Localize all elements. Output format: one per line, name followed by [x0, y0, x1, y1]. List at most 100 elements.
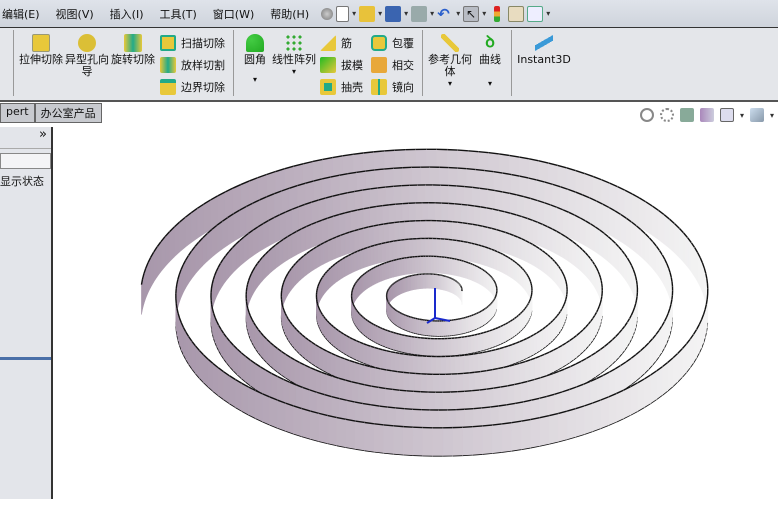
- spiral-wall-segment: [375, 324, 379, 345]
- spiral-wall-segment: [603, 232, 609, 263]
- undo-icon[interactable]: ↶: [437, 6, 453, 22]
- spiral-edge-segment: [399, 389, 407, 392]
- spiral-wall-segment: [235, 239, 240, 271]
- spiral-wall-segment: [620, 361, 627, 393]
- pin-icon[interactable]: [321, 7, 334, 20]
- spiral-wall-segment: [480, 332, 484, 352]
- spiral-wall-segment: [316, 244, 321, 269]
- extruded-cut-button[interactable]: 拉伸切除: [18, 34, 64, 66]
- spiral-wall-segment: [290, 265, 294, 291]
- menu-window[interactable]: 窗口(W): [205, 6, 262, 22]
- wrap-button[interactable]: 包覆: [371, 34, 414, 52]
- filter-input[interactable]: [0, 153, 51, 169]
- save-icon[interactable]: [385, 5, 402, 22]
- spiral-wall-segment: [560, 233, 566, 260]
- spiral-edge-segment: [473, 333, 478, 336]
- select-icon[interactable]: ↖: [463, 5, 480, 22]
- menu-view[interactable]: 视图(V): [48, 6, 102, 22]
- spiral-wall-segment: [536, 330, 541, 354]
- open-icon[interactable]: [359, 5, 376, 22]
- spiral-wall-segment: [411, 256, 416, 274]
- spiral-wall-segment: [390, 259, 395, 279]
- revolved-cut-icon: [124, 34, 142, 52]
- fillet-dropdown[interactable]: ▾: [253, 74, 257, 86]
- spiral-sheet-model[interactable]: [140, 148, 709, 457]
- spiral-wall-segment: [585, 252, 589, 280]
- intersect-button[interactable]: 相交: [371, 56, 414, 74]
- boundary-cut-button[interactable]: 边界切除: [160, 78, 225, 96]
- tab-office-products[interactable]: 办公室产品: [34, 103, 102, 123]
- spiral-wall-segment: [590, 352, 596, 381]
- view-orientation-icon[interactable]: [719, 108, 734, 122]
- spiral-wall-segment: [231, 243, 237, 275]
- spiral-wall-segment: [514, 261, 518, 283]
- spiral-wall-segment: [474, 243, 479, 264]
- spiral-wall-segment: [542, 326, 546, 350]
- spiral-wall-segment: [304, 364, 311, 392]
- spiral-wall-segment: [311, 341, 316, 367]
- menu-insert[interactable]: 插入(I): [102, 6, 152, 22]
- heads-up-view-toolbar: ▾ ▾: [639, 108, 774, 122]
- shell-icon: [320, 79, 336, 95]
- section-view-icon[interactable]: [699, 108, 714, 122]
- spiral-edge-segment: [528, 277, 531, 280]
- revolved-cut-button[interactable]: 旋转切除: [110, 34, 156, 66]
- print-icon[interactable]: [411, 5, 428, 22]
- reference-geometry-button[interactable]: 参考几何体 ▾: [427, 34, 473, 90]
- tab-dimxpert[interactable]: pert: [0, 103, 35, 123]
- spiral-wall-segment: [358, 227, 364, 251]
- display-style-icon[interactable]: [749, 108, 764, 122]
- expand-panel-button[interactable]: »: [0, 127, 51, 149]
- spiral-wall-segment: [296, 228, 302, 256]
- spiral-wall-segment: [360, 248, 365, 270]
- lofted-cut-button[interactable]: 放样切割: [160, 56, 225, 74]
- spiral-wall-segment: [505, 322, 509, 343]
- shell-button[interactable]: 抽壳: [320, 78, 363, 96]
- menu-edit[interactable]: 编辑(E): [0, 6, 48, 22]
- instant3d-button[interactable]: Instant3D: [516, 34, 572, 66]
- spiral-edge-segment: [528, 299, 531, 303]
- fillet-button[interactable]: 圆角 ▾: [238, 34, 272, 86]
- linear-pattern-dropdown[interactable]: ▾: [292, 66, 296, 78]
- mirror-button[interactable]: 镜向: [371, 78, 414, 96]
- spiral-wall-segment: [395, 258, 400, 277]
- reference-geometry-dropdown[interactable]: ▾: [448, 78, 452, 90]
- spiral-wall-segment: [545, 324, 549, 348]
- spiral-edge-segment: [175, 303, 178, 309]
- spiral-wall-segment: [373, 244, 379, 265]
- spiral-wall-segment: [344, 255, 349, 277]
- spiral-edge-segment: [383, 424, 394, 427]
- spiral-wall-segment: [386, 350, 392, 372]
- graphics-viewport[interactable]: [55, 123, 778, 503]
- options-icon[interactable]: [508, 5, 525, 22]
- spiral-wall-segment: [532, 219, 539, 246]
- draft-button[interactable]: 拔模: [320, 56, 363, 74]
- spiral-wall-segment: [519, 339, 524, 363]
- spiral-wall-segment: [417, 337, 422, 356]
- checklist-icon[interactable]: [527, 5, 544, 22]
- panel-splitter[interactable]: [0, 357, 51, 360]
- spiral-edge-segment: [395, 202, 403, 205]
- linear-pattern-button[interactable]: 线性阵列 ▾: [272, 34, 316, 78]
- curves-button[interactable]: ꝺ 曲线 ▾: [473, 34, 507, 90]
- menu-tools[interactable]: 工具(T): [151, 6, 204, 22]
- zoom-to-area-icon[interactable]: [659, 108, 674, 122]
- hole-wizard-button[interactable]: 异型孔向导: [64, 34, 110, 78]
- zoom-to-fit-icon[interactable]: [639, 108, 654, 122]
- previous-view-icon[interactable]: [679, 108, 694, 122]
- new-document-icon[interactable]: [336, 5, 350, 22]
- swept-cut-button[interactable]: 扫描切除: [160, 34, 225, 52]
- rib-button[interactable]: 筋: [320, 34, 363, 52]
- spiral-wall-segment: [323, 240, 329, 265]
- curves-dropdown[interactable]: ▾: [488, 78, 492, 90]
- spiral-wall-segment: [452, 239, 457, 260]
- traffic-light-icon[interactable]: [494, 5, 501, 22]
- spiral-edge-segment: [471, 242, 476, 245]
- spiral-wall-segment: [679, 227, 685, 263]
- spiral-wall-segment: [289, 320, 293, 347]
- spiral-wall-segment: [564, 235, 570, 263]
- spiral-edge-segment: [396, 258, 399, 261]
- menu-help[interactable]: 帮助(H): [262, 6, 317, 22]
- spiral-wall-segment: [526, 336, 531, 359]
- spiral-wall-segment: [247, 229, 254, 260]
